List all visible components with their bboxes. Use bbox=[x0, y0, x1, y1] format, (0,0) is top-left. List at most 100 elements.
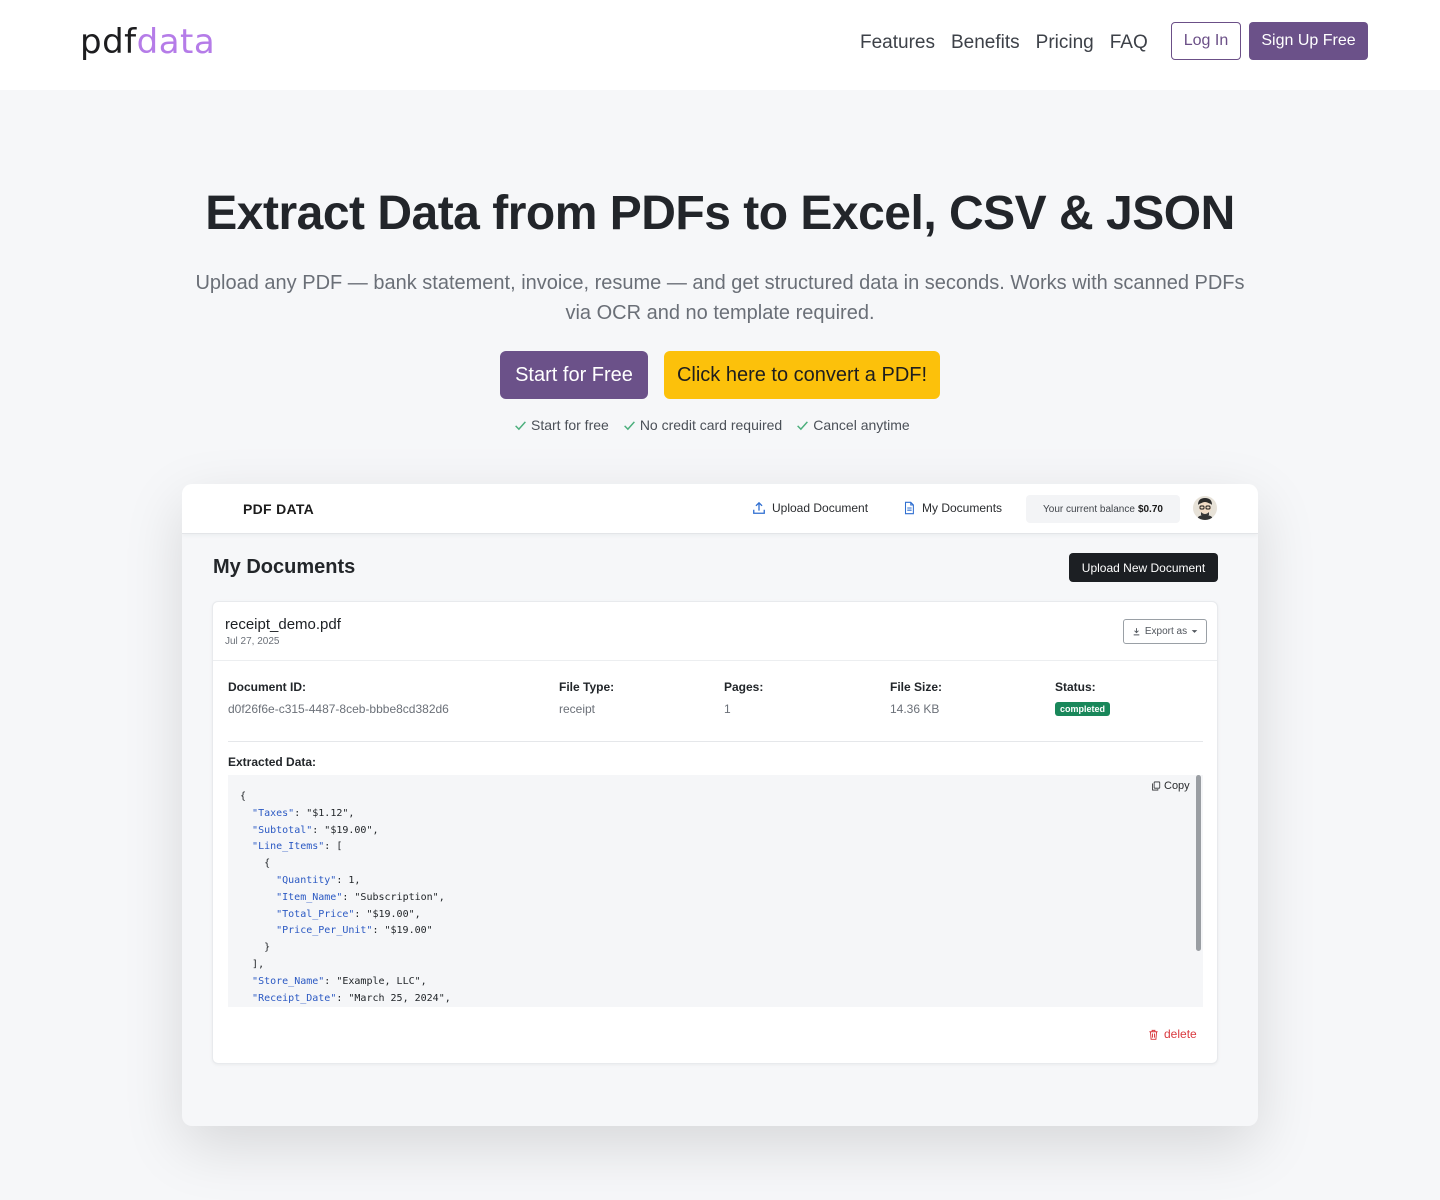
app-brand[interactable]: PDF DATA bbox=[243, 501, 314, 517]
signup-button[interactable]: Sign Up Free bbox=[1249, 22, 1368, 60]
app-navbar: PDF DATA Upload Document My Documents Yo… bbox=[182, 484, 1258, 534]
check-label: Start for free bbox=[531, 417, 609, 433]
json-value: : "Subscription", bbox=[342, 891, 445, 903]
json-value: { bbox=[264, 858, 271, 870]
meta-value: d0f26f6e-c315-4487-8ceb-bbbe8cd382d6 bbox=[228, 702, 449, 716]
export-dropdown-button[interactable]: Export as bbox=[1123, 619, 1207, 644]
start-for-free-button[interactable]: Start for Free bbox=[500, 351, 648, 399]
divider bbox=[228, 741, 1203, 742]
logo[interactable]: pdfdata bbox=[80, 22, 215, 62]
my-documents-link[interactable]: My Documents bbox=[902, 501, 1002, 515]
caret-down-icon bbox=[1191, 630, 1198, 633]
hero-subtitle: Upload any PDF — bank statement, invoice… bbox=[195, 272, 1245, 324]
trash-icon bbox=[1149, 1029, 1158, 1040]
json-key: "Subtotal" bbox=[252, 824, 313, 836]
json-key: "Price_Per_Unit" bbox=[276, 925, 373, 937]
login-button[interactable]: Log In bbox=[1171, 22, 1241, 60]
convert-pdf-button[interactable]: Click here to convert a PDF! bbox=[664, 351, 940, 399]
status-badge: completed bbox=[1055, 702, 1111, 716]
json-line: } bbox=[240, 940, 451, 957]
check-icon bbox=[797, 420, 809, 430]
json-value: : "$1.12", bbox=[294, 807, 355, 819]
meta-file-size: File Size: 14.36 KB bbox=[890, 680, 942, 716]
copy-icon bbox=[1152, 781, 1161, 791]
meta-value: 14.36 KB bbox=[890, 702, 940, 716]
upload-document-link[interactable]: Upload Document bbox=[752, 501, 868, 515]
document-icon bbox=[904, 501, 914, 515]
my-documents-label: My Documents bbox=[922, 501, 1003, 515]
meta-value: receipt bbox=[559, 702, 596, 716]
page-title: My Documents bbox=[213, 556, 356, 578]
json-value: : "$19.00" bbox=[372, 925, 433, 937]
export-label: Export as bbox=[1144, 626, 1188, 637]
json-value: { bbox=[240, 791, 247, 802]
check-label: Cancel anytime bbox=[813, 417, 910, 433]
meta-label: Pages: bbox=[724, 680, 764, 694]
check-icon bbox=[623, 420, 635, 430]
json-key: "Store_Name" bbox=[252, 975, 325, 987]
json-value: } bbox=[264, 942, 271, 954]
copy-button[interactable]: Copy bbox=[1151, 780, 1190, 792]
json-key: "Taxes" bbox=[252, 807, 295, 819]
json-value: : 1, bbox=[336, 874, 361, 886]
json-key: "Total_Price" bbox=[276, 908, 355, 920]
meta-pages: Pages: 1 bbox=[724, 680, 763, 716]
nav-link-benefits[interactable]: Benefits bbox=[951, 32, 1020, 54]
logo-part-data: data bbox=[136, 22, 216, 62]
meta-label: File Type: bbox=[559, 680, 615, 694]
json-line: "Subtotal": "$19.00", bbox=[240, 823, 451, 840]
extracted-data-label: Extracted Data: bbox=[228, 755, 317, 769]
scrollbar[interactable] bbox=[1196, 775, 1201, 951]
nav-link-pricing[interactable]: Pricing bbox=[1036, 32, 1094, 54]
balance-display: Your current balance $0.70 bbox=[1026, 495, 1180, 523]
extracted-json-viewer[interactable]: { "Taxes": "$1.12", "Subtotal": "$19.00"… bbox=[228, 775, 1203, 1007]
upload-icon bbox=[753, 501, 765, 514]
check-item: No credit card required bbox=[623, 417, 782, 433]
download-icon bbox=[1133, 628, 1140, 636]
check-label: No credit card required bbox=[639, 417, 783, 433]
delete-button[interactable]: delete bbox=[1148, 1027, 1197, 1041]
meta-label: File Size: bbox=[890, 680, 943, 694]
divider bbox=[213, 660, 1217, 661]
json-value: : "March 25, 2024", bbox=[336, 992, 451, 1004]
nav-link-faq[interactable]: FAQ bbox=[1110, 32, 1148, 54]
upload-document-label: Upload Document bbox=[772, 501, 869, 515]
meta-label: Document ID: bbox=[228, 680, 306, 694]
json-line: "Receipt_Date": "March 25, 2024", bbox=[240, 991, 451, 1007]
upload-new-document-button[interactable]: Upload New Document bbox=[1069, 553, 1218, 582]
meta-status: Status: completed bbox=[1055, 680, 1111, 717]
json-line: ], bbox=[240, 957, 451, 974]
json-value: : "Example, LLC", bbox=[324, 975, 427, 987]
avatar[interactable] bbox=[1193, 496, 1217, 520]
json-key: "Quantity" bbox=[276, 874, 337, 886]
json-line: "Item_Name": "Subscription", bbox=[240, 890, 451, 907]
document-card: receipt_demo.pdf Jul 27, 2025 Export as … bbox=[212, 601, 1218, 1064]
json-line: "Taxes": "$1.12", bbox=[240, 806, 451, 823]
json-value: : "$19.00", bbox=[354, 908, 421, 920]
json-line: { bbox=[240, 856, 451, 873]
check-icon bbox=[515, 420, 526, 430]
json-line: "Store_Name": "Example, LLC", bbox=[240, 974, 451, 991]
nav-link-features[interactable]: Features bbox=[860, 32, 935, 54]
check-item: Start for free bbox=[514, 417, 609, 433]
document-date: Jul 27, 2025 bbox=[225, 636, 280, 647]
meta-label: Status: bbox=[1055, 680, 1096, 694]
nav-links: Features Benefits Pricing FAQ bbox=[860, 32, 1148, 54]
hero-title: Extract Data from PDFs to Excel, CSV & J… bbox=[205, 187, 1235, 240]
document-name: receipt_demo.pdf bbox=[225, 616, 341, 633]
json-value: : "$19.00", bbox=[312, 824, 379, 836]
json-line: "Total_Price": "$19.00", bbox=[240, 907, 451, 924]
meta-document-id: Document ID: d0f26f6e-c315-4487-8ceb-bbb… bbox=[228, 680, 449, 716]
json-line: "Price_Per_Unit": "$19.00" bbox=[240, 923, 451, 940]
meta-file-type: File Type: receipt bbox=[559, 680, 614, 716]
meta-value: 1 bbox=[724, 702, 731, 716]
json-value: ], bbox=[252, 958, 265, 970]
top-navbar: pdfdata Features Benefits Pricing FAQ Lo… bbox=[0, 0, 1440, 90]
delete-label: delete bbox=[1164, 1027, 1197, 1041]
json-line: "Quantity": 1, bbox=[240, 873, 451, 890]
json-value: : [ bbox=[324, 841, 343, 853]
balance-value: $0.70 bbox=[1137, 503, 1163, 515]
json-code: { "Taxes": "$1.12", "Subtotal": "$19.00"… bbox=[240, 789, 451, 1007]
json-line: "Line_Items": [ bbox=[240, 839, 451, 856]
copy-label: Copy bbox=[1164, 780, 1190, 792]
